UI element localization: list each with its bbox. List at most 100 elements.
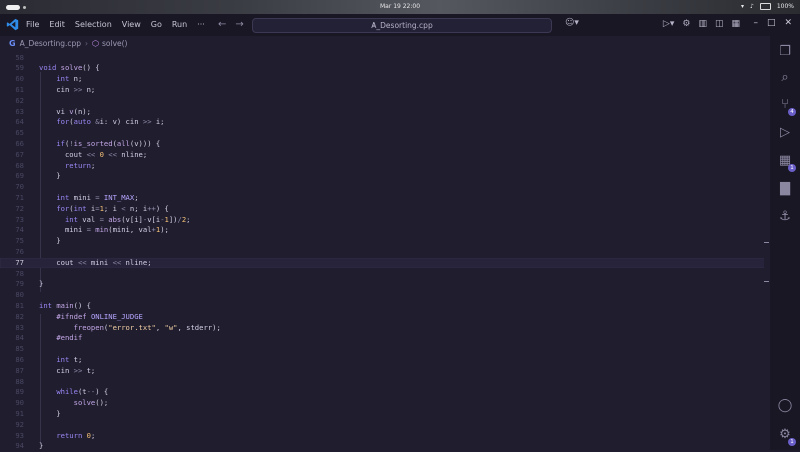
search-icon[interactable]: ⌕ xyxy=(777,70,793,86)
code-line[interactable]: 69 } xyxy=(0,171,770,182)
line-number[interactable]: 88 xyxy=(0,377,24,388)
line-number[interactable]: 79 xyxy=(0,279,24,290)
line-number[interactable]: 94 xyxy=(0,441,24,452)
line-number[interactable]: 69 xyxy=(0,171,24,182)
line-number[interactable]: 75 xyxy=(0,236,24,247)
source-control-icon[interactable]: ⑂ 4 xyxy=(777,97,796,116)
menu-item[interactable]: Go xyxy=(151,20,162,29)
run-code-icon[interactable]: ▷▾ xyxy=(663,19,674,29)
line-number[interactable]: 90 xyxy=(0,398,24,409)
line-number[interactable]: 91 xyxy=(0,409,24,420)
line-number[interactable]: 70 xyxy=(0,182,24,193)
code-line[interactable]: 73 int val = abs(v[i]-v[i-1])/2; xyxy=(0,215,770,226)
code-line[interactable]: 70 xyxy=(0,182,770,193)
menu-item[interactable]: Run xyxy=(172,20,187,29)
code-line[interactable]: 71 int mini = INT_MAX; xyxy=(0,193,770,204)
line-number[interactable]: 74 xyxy=(0,225,24,236)
code-line[interactable]: 59 void solve() { xyxy=(0,63,770,74)
code-line[interactable]: 66 if(!is_sorted(all(v))) { xyxy=(0,139,770,150)
line-number[interactable]: 67 xyxy=(0,150,24,161)
volume-icon[interactable]: ♪ xyxy=(750,3,754,10)
battery-icon[interactable] xyxy=(759,3,771,10)
line-number[interactable]: 61 xyxy=(0,85,24,96)
line-number[interactable]: 62 xyxy=(0,96,24,107)
line-number[interactable]: 68 xyxy=(0,161,24,172)
line-number[interactable]: 78 xyxy=(0,269,24,280)
code-line[interactable]: 76 xyxy=(0,247,770,258)
account-icon[interactable]: ◯ xyxy=(777,398,793,414)
code-line[interactable]: 74 mini = min(mini, val+1); xyxy=(0,225,770,236)
code-line[interactable]: 85 xyxy=(0,344,770,355)
code-line[interactable]: 84 #endif xyxy=(0,333,770,344)
line-number[interactable]: 76 xyxy=(0,247,24,258)
code-line[interactable]: 93 return 0; xyxy=(0,431,770,442)
line-number[interactable]: 86 xyxy=(0,355,24,366)
code-line[interactable]: 94} xyxy=(0,441,770,452)
split-editor-icon[interactable]: ◫ xyxy=(715,19,724,29)
code-line[interactable]: 89 while(t--) { xyxy=(0,387,770,398)
code-line[interactable]: 87 cin >> t; xyxy=(0,366,770,377)
menu-item[interactable]: View xyxy=(122,20,141,29)
customize-layout-icon[interactable]: ▦ xyxy=(731,19,740,29)
run-debug-icon[interactable]: ▷ xyxy=(777,125,793,141)
extensions-icon[interactable]: ▦ 1 xyxy=(777,153,796,172)
code-line[interactable]: 77 cout << mini << nline; xyxy=(0,257,770,269)
toggle-sidebar-icon[interactable]: ▥ xyxy=(698,19,707,29)
settings-gear-icon[interactable]: ⚙ xyxy=(682,19,690,29)
line-number[interactable]: 83 xyxy=(0,323,24,334)
line-number[interactable]: 89 xyxy=(0,387,24,398)
copilot-icon[interactable]: ☺▾ xyxy=(565,18,579,28)
line-number[interactable]: 73 xyxy=(0,215,24,226)
back-arrow-icon[interactable]: ← xyxy=(218,19,226,30)
code-line[interactable]: 80 xyxy=(0,290,770,301)
code-line[interactable]: 64 for(auto &i: v) cin >> i; xyxy=(0,117,770,128)
code-line[interactable]: 81 int main() { xyxy=(0,301,770,312)
line-number[interactable]: 82 xyxy=(0,312,24,323)
code-line[interactable]: 67 cout << 0 << nline; xyxy=(0,150,770,161)
line-number[interactable]: 71 xyxy=(0,193,24,204)
line-number[interactable]: 84 xyxy=(0,333,24,344)
docker-icon[interactable]: ⚓ xyxy=(777,209,793,225)
explorer-icon[interactable]: ❐ xyxy=(777,44,793,60)
line-number[interactable]: 80 xyxy=(0,290,24,301)
code-line[interactable]: 82 #ifndef ONLINE_JUDGE xyxy=(0,312,770,323)
code-line[interactable]: 58 xyxy=(0,53,770,64)
code-line[interactable]: 72 for(int i=1; i < n; i++) { xyxy=(0,204,770,215)
code-line[interactable]: 86 int t; xyxy=(0,355,770,366)
minimize-icon[interactable]: – xyxy=(753,18,758,28)
line-number[interactable]: 66 xyxy=(0,139,24,150)
menu-item[interactable]: ··· xyxy=(197,20,205,29)
breadcrumb-file[interactable]: A_Desorting.cpp xyxy=(20,39,81,48)
menu-item[interactable]: File xyxy=(26,20,39,29)
menu-item[interactable]: Selection xyxy=(75,20,112,29)
line-number[interactable]: 63 xyxy=(0,107,24,118)
line-number[interactable]: 81 xyxy=(0,301,24,312)
code-line[interactable]: 65 xyxy=(0,128,770,139)
breadcrumb-symbol[interactable]: solve() xyxy=(102,39,128,48)
line-number[interactable]: 59 xyxy=(0,63,24,74)
maximize-icon[interactable]: □ xyxy=(767,18,776,28)
line-number[interactable]: 72 xyxy=(0,204,24,215)
command-center-search[interactable]: ⌕ A_Desorting.cpp xyxy=(252,18,552,33)
code-line[interactable]: 75 } xyxy=(0,236,770,247)
code-line[interactable]: 83 freopen("error.txt", "w", stderr); xyxy=(0,323,770,334)
code-line[interactable]: 61 cin >> n; xyxy=(0,85,770,96)
code-line[interactable]: 88 xyxy=(0,377,770,388)
system-clock[interactable]: Mar 19 22:00 xyxy=(0,3,800,10)
menu-item[interactable]: Edit xyxy=(49,20,65,29)
code-line[interactable]: 90 solve(); xyxy=(0,398,770,409)
wifi-icon[interactable]: ▾ xyxy=(741,3,744,10)
close-icon[interactable]: ✕ xyxy=(784,18,792,28)
line-number[interactable]: 65 xyxy=(0,128,24,139)
code-line[interactable]: 68 return; xyxy=(0,161,770,172)
line-number[interactable]: 60 xyxy=(0,74,24,85)
line-number[interactable]: 77 xyxy=(0,258,24,269)
code-editor[interactable]: 58 59 void solve() {60 int n; 61 cin >> n; 6… xyxy=(0,50,770,450)
code-line[interactable]: 60 int n; xyxy=(0,74,770,85)
line-number[interactable]: 93 xyxy=(0,431,24,442)
code-line[interactable]: 79} xyxy=(0,279,770,290)
code-line[interactable]: 91 } xyxy=(0,409,770,420)
code-line[interactable]: 63 vi v(n); xyxy=(0,107,770,118)
code-line[interactable]: 62 xyxy=(0,96,770,107)
forward-arrow-icon[interactable]: → xyxy=(235,19,243,30)
